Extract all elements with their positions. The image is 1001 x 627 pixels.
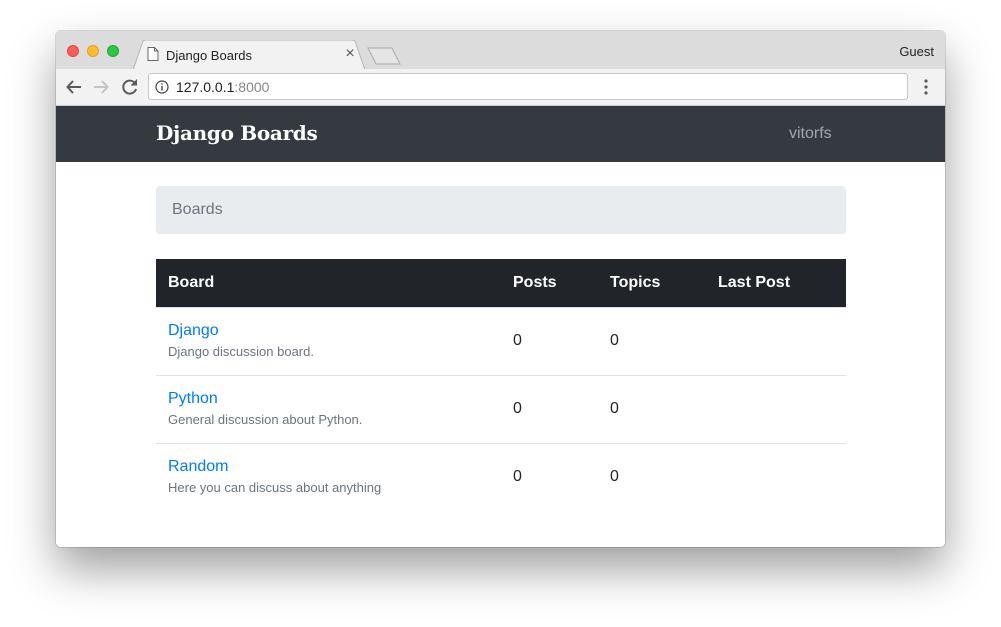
close-window-button[interactable] <box>67 45 79 57</box>
forward-icon[interactable] <box>92 78 110 96</box>
boards-table: Board Posts Topics Last Post Django Djan… <box>156 259 846 511</box>
column-header-board: Board <box>156 259 501 307</box>
column-header-topics: Topics <box>598 259 706 307</box>
url-port: :8000 <box>234 79 270 95</box>
posts-count: 0 <box>501 374 598 443</box>
url-host: 127.0.0.1 <box>176 79 235 95</box>
new-tab-button[interactable] <box>367 47 401 65</box>
tab-title: Django Boards <box>166 48 252 63</box>
back-icon[interactable] <box>65 78 83 96</box>
board-description: Django discussion board. <box>168 343 314 359</box>
menu-icon[interactable] <box>918 78 934 96</box>
tab-django-boards[interactable]: Django Boards × <box>133 40 365 70</box>
topics-count: 0 <box>598 442 706 511</box>
table-row: Python General discussion about Python. … <box>156 374 846 443</box>
navbar-brand[interactable]: Django Boards <box>156 121 318 145</box>
profile-guest[interactable]: Guest <box>899 44 934 59</box>
document-icon <box>147 47 159 61</box>
column-header-last-post: Last Post <box>706 259 846 307</box>
url-text: 127.0.0.1:8000 <box>176 79 269 95</box>
topics-count: 0 <box>598 306 706 375</box>
board-cell: Random Here you can discuss about anythi… <box>156 442 501 511</box>
tab-strip: Django Boards × Guest <box>56 31 945 70</box>
posts-count: 0 <box>501 306 598 375</box>
table-row: Django Django discussion board. 0 0 <box>156 306 846 375</box>
last-post <box>706 442 846 511</box>
table-row: Random Here you can discuss about anythi… <box>156 442 846 511</box>
info-icon[interactable] <box>155 80 169 94</box>
last-post <box>706 306 846 375</box>
table-header-row: Board Posts Topics Last Post <box>156 259 846 307</box>
maximize-window-button[interactable] <box>107 45 119 57</box>
reload-icon[interactable] <box>121 78 139 96</box>
board-description: Here you can discuss about anything <box>168 479 382 495</box>
browser-window: Django Boards × Guest 127.0.0.1:8000 Dja… <box>56 31 945 547</box>
board-link[interactable]: Django <box>168 322 489 340</box>
breadcrumb: Boards <box>156 186 846 234</box>
topics-count: 0 <box>598 374 706 443</box>
navbar-user-link[interactable]: vitorfs <box>789 125 832 143</box>
last-post <box>706 374 846 443</box>
board-link[interactable]: Random <box>168 458 489 476</box>
close-icon[interactable]: × <box>342 46 358 62</box>
browser-toolbar: 127.0.0.1:8000 <box>56 69 945 106</box>
minimize-window-button[interactable] <box>87 45 99 57</box>
board-link[interactable]: Python <box>168 390 489 408</box>
address-bar[interactable]: 127.0.0.1:8000 <box>148 73 908 100</box>
board-cell: Django Django discussion board. <box>156 306 501 375</box>
board-cell: Python General discussion about Python. <box>156 374 501 443</box>
breadcrumb-item-boards: Boards <box>172 201 223 218</box>
page-content: Django Boards vitorfs Boards Board Posts… <box>56 106 945 547</box>
navbar: Django Boards vitorfs <box>56 106 945 162</box>
board-description: General discussion about Python. <box>168 411 363 427</box>
posts-count: 0 <box>501 442 598 511</box>
column-header-posts: Posts <box>501 259 598 307</box>
